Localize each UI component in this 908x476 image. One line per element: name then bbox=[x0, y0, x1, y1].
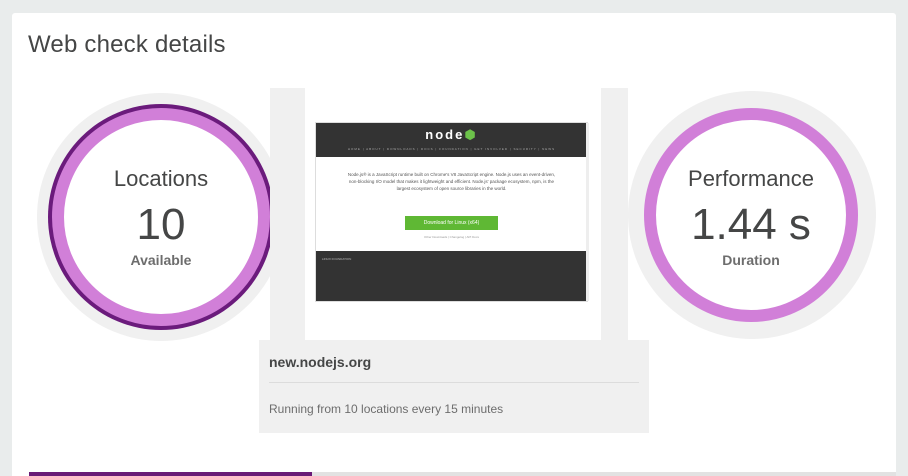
download-button: Download for Linux (x64) bbox=[405, 216, 498, 230]
screenshot-band-left bbox=[270, 88, 305, 344]
screenshot-nav: HOME | ABOUT | DOWNLOADS | DOCS | FOUNDA… bbox=[347, 147, 556, 151]
divider bbox=[269, 382, 639, 383]
page-title: Web check details bbox=[28, 31, 226, 58]
node-logo-hex-icon: ⬢ bbox=[464, 127, 478, 142]
footer-label: LINUX FOUNDATION bbox=[322, 257, 352, 261]
locations-value: 10 bbox=[136, 200, 186, 249]
screenshot-scrollbar bbox=[586, 123, 589, 301]
locations-ring[interactable]: Locations 10 Available bbox=[52, 108, 270, 326]
performance-value: 1.44 s bbox=[691, 200, 811, 249]
node-logo-text: node bbox=[425, 127, 465, 142]
performance-label: Duration bbox=[722, 252, 780, 268]
site-screenshot[interactable]: node⬢ HOME | ABOUT | DOWNLOADS | DOCS | … bbox=[316, 123, 587, 301]
screenshot-footer: LINUX FOUNDATION bbox=[316, 251, 587, 301]
site-info-panel: new.nodejs.org Running from 10 locations… bbox=[259, 340, 649, 433]
tab-indicator-active[interactable] bbox=[29, 472, 312, 476]
locations-label: Available bbox=[130, 252, 192, 268]
site-name[interactable]: new.nodejs.org bbox=[269, 354, 371, 370]
schedule-text: Running from 10 locations every 15 minut… bbox=[269, 402, 504, 416]
performance-ring[interactable]: Performance 1.44 s Duration bbox=[644, 108, 858, 322]
nav-pointer-icon bbox=[360, 153, 368, 157]
node-logo: node⬢ bbox=[316, 127, 587, 143]
screenshot-intro: Node.js® is a JavaScript runtime built o… bbox=[347, 172, 556, 191]
tab-indicator-inactive[interactable] bbox=[312, 472, 896, 476]
screenshot-header: node⬢ HOME | ABOUT | DOWNLOADS | DOCS | … bbox=[316, 123, 587, 157]
locations-title: Locations bbox=[113, 166, 209, 191]
other-links: Other Downloads | Changelog | API Docs bbox=[424, 235, 479, 239]
performance-title: Performance bbox=[688, 166, 814, 191]
screenshot-band-right bbox=[601, 88, 628, 344]
